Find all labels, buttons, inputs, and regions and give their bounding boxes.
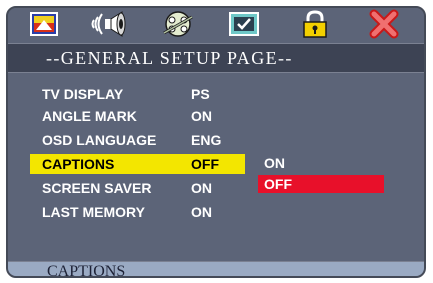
setting-value: PS [191,86,210,102]
audio-speaker-icon[interactable] [90,9,130,39]
setting-label: TV DISPLAY [42,86,124,102]
caption-option-on[interactable]: ON [258,154,384,172]
setting-row-osd-language[interactable]: OSD LANGUAGE ENG [8,129,424,151]
setup-menu-window: --GENERAL SETUP PAGE-- TV DISPLAY PS ANG… [6,6,426,278]
page-title-bar: --GENERAL SETUP PAGE-- [8,43,424,73]
setting-label: CAPTIONS [42,156,115,172]
setting-value: ENG [191,132,222,148]
tv-display-icon[interactable] [28,9,60,39]
setting-label: SCREEN SAVER [42,180,152,196]
status-text: CAPTIONS [47,263,126,278]
status-bar: CAPTIONS [8,261,424,278]
setting-value: ON [191,204,212,220]
option-label: ON [264,155,285,171]
option-label: OFF [264,176,292,192]
lock-icon[interactable] [299,9,331,39]
preference-checkbox-icon[interactable] [227,9,261,39]
setting-value: ON [191,108,212,124]
video-reel-icon[interactable] [160,9,196,39]
setting-row-tv-display[interactable]: TV DISPLAY PS [8,83,424,105]
setting-row-angle-mark[interactable]: ANGLE MARK ON [8,105,424,127]
setting-label: ANGLE MARK [42,108,137,124]
page-title: --GENERAL SETUP PAGE-- [46,48,293,68]
caption-option-off[interactable]: OFF [258,175,384,193]
setting-value: ON [191,180,212,196]
setting-row-last-memory[interactable]: LAST MEMORY ON [8,201,424,223]
setting-label: LAST MEMORY [42,204,145,220]
category-icon-bar [8,8,424,41]
settings-panel: TV DISPLAY PS ANGLE MARK ON OSD LANGUAGE… [8,73,424,261]
exit-icon[interactable] [368,9,400,39]
setting-label: OSD LANGUAGE [42,132,157,148]
setting-value: OFF [191,156,219,172]
